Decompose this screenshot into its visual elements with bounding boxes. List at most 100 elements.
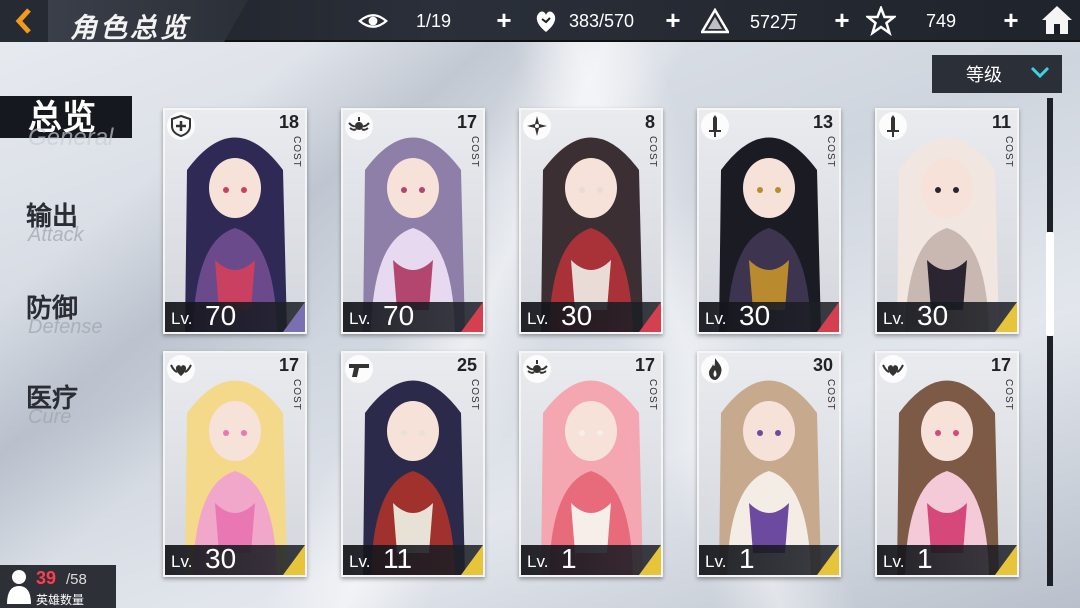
sidebar-item-sublabel: Cure xyxy=(28,406,72,428)
level-bar: Lv. 30 xyxy=(165,543,305,575)
character-card[interactable]: 11 COST Lv. 30 xyxy=(875,108,1019,334)
eye-icon xyxy=(358,6,388,36)
sidebar-item-general[interactable]: 总览 General xyxy=(0,88,140,151)
gold-value: 572万 xyxy=(750,12,799,32)
rarity-stripe xyxy=(639,545,661,575)
sort-label: 等级 xyxy=(966,65,1002,85)
cost-label: COST xyxy=(469,379,480,411)
level-bar: Lv. 30 xyxy=(877,300,1017,332)
cost-label: COST xyxy=(825,136,836,168)
character-card[interactable]: 30 COST Lv. 1 xyxy=(697,351,841,577)
level-prefix: Lv. xyxy=(705,552,727,571)
cost-value: 30 xyxy=(812,355,833,375)
stamina-counter: 383/570 xyxy=(531,0,634,42)
visit-add-button[interactable]: + xyxy=(493,7,515,33)
sidebar-item-sublabel: Defense xyxy=(28,316,103,338)
rarity-stripe xyxy=(639,302,661,332)
level-bar: Lv. 30 xyxy=(699,300,839,332)
level-value: 1 xyxy=(561,543,577,574)
cost-label: COST xyxy=(647,379,658,411)
visit-counter: 1/19 xyxy=(358,0,451,42)
cost-value: 13 xyxy=(812,112,833,132)
visit-count-value: 1/19 xyxy=(416,10,452,31)
heart-hand-icon xyxy=(531,6,561,36)
gold-pyramid-icon xyxy=(700,6,730,36)
stamina-add-button[interactable]: + xyxy=(662,7,684,33)
rarity-stripe xyxy=(283,545,305,575)
character-portrait xyxy=(165,110,305,332)
character-portrait xyxy=(343,353,483,575)
level-prefix: Lv. xyxy=(705,309,727,328)
level-value: 1 xyxy=(739,543,755,574)
cost-value: 17 xyxy=(456,112,477,132)
character-card[interactable]: 17 COST Lv. 1 xyxy=(875,351,1019,577)
level-prefix: Lv. xyxy=(349,309,371,328)
level-prefix: Lv. xyxy=(527,309,549,328)
level-prefix: Lv. xyxy=(171,552,193,571)
level-prefix: Lv. xyxy=(527,552,549,571)
gem-add-button[interactable]: + xyxy=(1000,7,1022,33)
cost-label: COST xyxy=(469,136,480,168)
character-card[interactable]: 13 COST Lv. 30 xyxy=(697,108,841,334)
home-button[interactable] xyxy=(1040,3,1074,37)
scrollbar-track[interactable] xyxy=(1047,98,1053,586)
level-bar: Lv. 1 xyxy=(877,543,1017,575)
level-prefix: Lv. xyxy=(883,309,905,328)
character-portrait xyxy=(343,110,483,332)
cost-label: COST xyxy=(825,379,836,411)
level-value: 70 xyxy=(205,300,237,331)
back-button[interactable] xyxy=(0,0,48,42)
level-prefix: Lv. xyxy=(171,309,193,328)
sort-dropdown[interactable]: 等级 xyxy=(932,55,1062,93)
cost-label: COST xyxy=(291,379,302,411)
cost-label: COST xyxy=(1003,136,1014,168)
character-card[interactable]: 17 COST Lv. 70 xyxy=(341,108,485,334)
heart-wing-icon xyxy=(167,355,195,383)
cost-value: 25 xyxy=(456,355,477,375)
level-prefix: Lv. xyxy=(349,552,371,571)
sidebar-item-defense[interactable]: 防御 Defense xyxy=(0,288,140,344)
cost-value: 11 xyxy=(991,112,1011,132)
hero-count-label: 英雄数量 xyxy=(36,593,85,607)
level-bar: Lv. 11 xyxy=(343,543,483,575)
rarity-stripe xyxy=(995,545,1017,575)
rarity-stripe xyxy=(995,302,1017,332)
hero-count-max: /58 xyxy=(66,571,87,588)
rarity-stripe xyxy=(461,302,483,332)
stamina-value: 383/570 xyxy=(569,10,635,31)
gem-counter: 749 xyxy=(866,0,956,42)
character-portrait xyxy=(699,110,839,332)
character-portrait xyxy=(699,353,839,575)
cost-value: 17 xyxy=(278,355,299,375)
gold-add-button[interactable]: + xyxy=(831,7,853,33)
shield-cross-icon xyxy=(167,112,195,140)
cost-value: 17 xyxy=(634,355,655,375)
rarity-stripe xyxy=(817,302,839,332)
wing-emblem-icon xyxy=(345,112,373,140)
character-card[interactable]: 17 COST Lv. 1 xyxy=(519,351,663,577)
hero-count-current: 39 xyxy=(36,568,57,588)
level-value: 30 xyxy=(561,300,593,331)
hero-count-panel: 39 /58 英雄数量 xyxy=(0,565,116,608)
sidebar-item-attack[interactable]: 输出 Attack xyxy=(0,196,140,252)
scrollbar-thumb[interactable] xyxy=(1046,232,1054,336)
flame-icon xyxy=(701,355,729,383)
cost-label: COST xyxy=(647,136,658,168)
level-bar: Lv. 70 xyxy=(343,300,483,332)
character-card[interactable]: 8 COST Lv. 30 xyxy=(519,108,663,334)
level-value: 70 xyxy=(383,300,415,331)
character-card[interactable]: 17 COST Lv. 30 xyxy=(163,351,307,577)
level-value: 11 xyxy=(383,543,413,574)
character-portrait xyxy=(877,353,1017,575)
level-value: 30 xyxy=(739,300,771,331)
level-bar: Lv. 70 xyxy=(165,300,305,332)
home-icon xyxy=(1042,6,1072,34)
cost-label: COST xyxy=(291,136,302,168)
rarity-stripe xyxy=(817,545,839,575)
sidebar-item-sublabel: General xyxy=(28,124,114,151)
character-portrait xyxy=(877,110,1017,332)
character-card[interactable]: 18 COST Lv. 70 xyxy=(163,108,307,334)
gem-value: 749 xyxy=(926,10,957,31)
character-card[interactable]: 25 COST Lv. 11 xyxy=(341,351,485,577)
sidebar-item-cure[interactable]: 医疗 Cure xyxy=(0,378,140,434)
